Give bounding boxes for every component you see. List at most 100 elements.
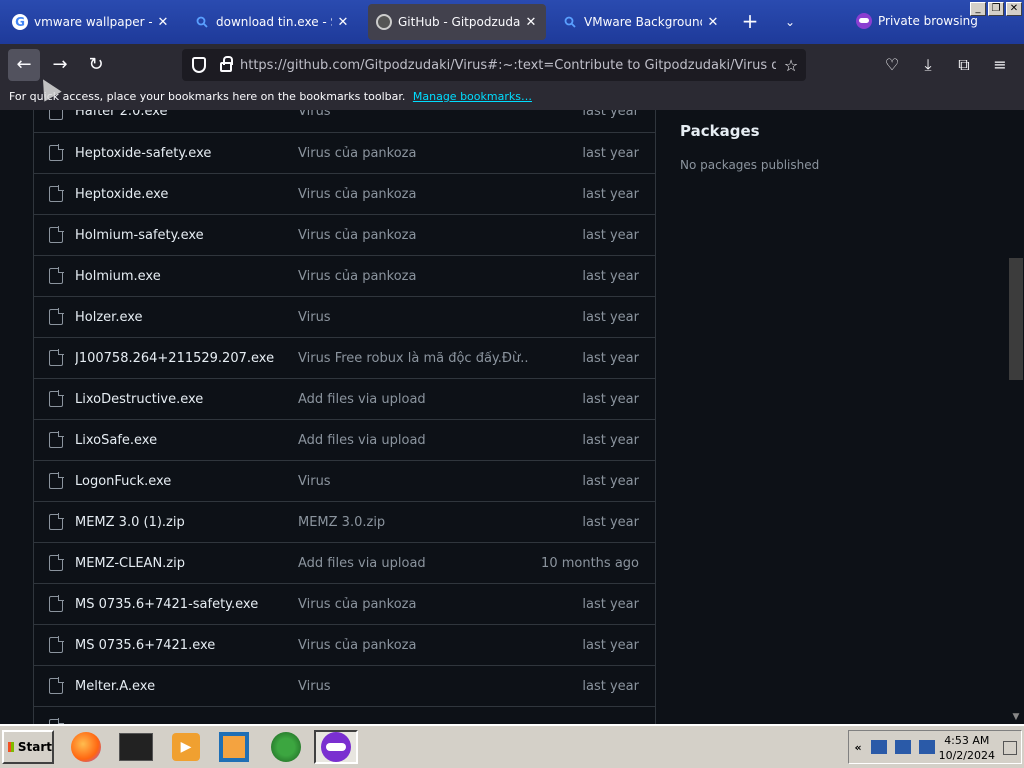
clock[interactable]: 4:53 AM 10/2/2024 bbox=[939, 733, 995, 763]
minimize-button[interactable]: _ bbox=[970, 2, 986, 16]
tab-vmware-background[interactable]: VMware Background 1080 ✕ bbox=[554, 4, 728, 40]
volume-icon[interactable] bbox=[919, 740, 935, 754]
tab-vmware-wallpaper[interactable]: G vmware wallpaper - Googl ✕ bbox=[4, 4, 178, 40]
url-bar[interactable]: https://github.com/Gitpodzudaki/Virus#:~… bbox=[182, 49, 806, 81]
table-row[interactable]: MEMZ-CLEAN.zip Add files via upload 10 m… bbox=[34, 542, 655, 583]
close-window-button[interactable]: ✕ bbox=[1006, 2, 1022, 16]
google-icon: G bbox=[12, 14, 28, 30]
table-row[interactable]: LixoSafe.exe Add files via upload last y… bbox=[34, 419, 655, 460]
file-name[interactable]: J100758.264+211529.207.exe bbox=[75, 351, 298, 366]
commit-message[interactable]: Virus của pankoza bbox=[298, 638, 528, 653]
table-row[interactable]: MEMZ 3.0 (1).zip MEMZ 3.0.zip last year bbox=[34, 501, 655, 542]
commit-message[interactable]: Add files via upload bbox=[298, 556, 528, 571]
commit-message[interactable]: Virus của pankoza bbox=[298, 228, 528, 243]
commit-message[interactable]: Virus của pankoza bbox=[298, 146, 528, 161]
commit-message[interactable]: Add files via upload bbox=[298, 433, 528, 448]
file-name[interactable]: Holzer.exe bbox=[75, 310, 298, 325]
menu-button[interactable]: ≡ bbox=[984, 49, 1016, 81]
commit-message[interactable]: Virus của pankoza bbox=[298, 597, 528, 612]
downloads-button[interactable]: ⤓ bbox=[912, 49, 944, 81]
table-row[interactable]: Holmium-safety.exe Virus của pankoza las… bbox=[34, 214, 655, 255]
file-name[interactable]: Melter.A.exe bbox=[75, 679, 298, 694]
taskbar-vmware[interactable] bbox=[212, 730, 256, 764]
commit-message[interactable]: Virus bbox=[298, 110, 528, 119]
table-row[interactable]: J100758.264+211529.207.exe Virus Free ro… bbox=[34, 337, 655, 378]
file-icon bbox=[49, 595, 64, 612]
tab-download-search[interactable]: download tin.exe - Search ✕ bbox=[186, 4, 358, 40]
back-button[interactable]: ← bbox=[8, 49, 40, 81]
table-row[interactable]: Hafter 2.0.exe Virus last year bbox=[34, 110, 655, 132]
tab-github[interactable]: GitHub - Gitpodzudaki/Viru ✕ bbox=[368, 4, 546, 40]
start-button[interactable]: Start bbox=[2, 730, 54, 764]
close-icon[interactable]: ✕ bbox=[336, 15, 350, 30]
manage-bookmarks-link[interactable]: Manage bookmarks… bbox=[413, 90, 532, 103]
close-icon[interactable]: ✕ bbox=[706, 15, 720, 30]
table-row[interactable]: Heptoxide-safety.exe Virus của pankoza l… bbox=[34, 132, 655, 173]
table-row[interactable]: MS 0735.6+7421.exe Virus của pankoza las… bbox=[34, 624, 655, 665]
clock-date: 10/2/2024 bbox=[938, 749, 995, 762]
close-icon[interactable]: ✕ bbox=[156, 15, 170, 30]
taskbar-firefox[interactable] bbox=[64, 730, 108, 764]
commit-message[interactable]: Virus bbox=[298, 679, 528, 694]
table-row[interactable]: Heptoxide.exe Virus của pankoza last yea… bbox=[34, 173, 655, 214]
file-name[interactable]: Holmium.exe bbox=[75, 269, 298, 284]
file-name[interactable]: Hafter 2.0.exe bbox=[75, 110, 298, 119]
file-name[interactable]: LixoSafe.exe bbox=[75, 433, 298, 448]
file-name[interactable]: MEMZ-CLEAN.zip bbox=[75, 556, 298, 571]
file-name[interactable]: LogonFuck.exe bbox=[75, 474, 298, 489]
close-icon[interactable]: ✕ bbox=[524, 15, 538, 30]
network-icon[interactable] bbox=[871, 740, 887, 754]
file-name[interactable]: Heptoxide-safety.exe bbox=[75, 146, 298, 161]
extensions-button[interactable]: ⧉ bbox=[948, 49, 980, 81]
tray-expand-icon[interactable]: « bbox=[849, 741, 867, 754]
commit-message[interactable]: Add files via upload bbox=[298, 392, 528, 407]
tab-strip: G vmware wallpaper - Googl ✕ download ti… bbox=[0, 0, 1024, 44]
taskbar-media-player[interactable]: ▶ bbox=[164, 730, 208, 764]
restore-button[interactable]: ❐ bbox=[988, 2, 1004, 16]
table-row[interactable]: Melter.A.exe Virus last year bbox=[34, 665, 655, 706]
github-icon bbox=[376, 14, 392, 30]
url-text[interactable]: https://github.com/Gitpodzudaki/Virus#:~… bbox=[240, 58, 776, 73]
commit-message[interactable]: MEMZ 3.0.zip bbox=[298, 515, 528, 530]
commit-message[interactable]: Virus của pankoza bbox=[298, 269, 528, 284]
search-icon bbox=[194, 14, 210, 30]
commit-message[interactable]: Virus bbox=[298, 310, 528, 325]
file-name[interactable]: LixoDestructive.exe bbox=[75, 392, 298, 407]
scroll-down-arrow-icon[interactable]: ▼ bbox=[1008, 712, 1024, 722]
file-name[interactable]: MS 0735.6+7421-safety.exe bbox=[75, 597, 298, 612]
taskbar-private-browsing[interactable] bbox=[314, 730, 358, 764]
reload-button[interactable]: ↻ bbox=[80, 49, 112, 81]
table-row[interactable]: LogonFuck.exe Virus last year bbox=[34, 460, 655, 501]
table-row[interactable]: LixoDestructive.exe Add files via upload… bbox=[34, 378, 655, 419]
notification-icon[interactable] bbox=[1003, 741, 1017, 755]
taskbar-box-app[interactable] bbox=[114, 730, 158, 764]
system-tray: « 4:53 AM 10/2/2024 bbox=[848, 730, 1022, 764]
packages-heading[interactable]: Packages bbox=[680, 122, 819, 140]
packages-section: Packages No packages published bbox=[680, 122, 819, 172]
file-name[interactable]: MEMZ 3.0 (1).zip bbox=[75, 515, 298, 530]
file-name[interactable]: Heptoxide.exe bbox=[75, 187, 298, 202]
commit-message[interactable]: Virus của pankoza bbox=[298, 187, 528, 202]
file-name[interactable]: MS 0735.6+7421.exe bbox=[75, 638, 298, 653]
search-icon bbox=[562, 14, 578, 30]
commit-message[interactable]: Virus bbox=[298, 474, 528, 489]
download-manager-icon bbox=[271, 732, 301, 762]
table-row[interactable] bbox=[34, 706, 655, 724]
table-row[interactable]: Holmium.exe Virus của pankoza last year bbox=[34, 255, 655, 296]
shield-icon[interactable] bbox=[192, 57, 206, 73]
bookmarks-toolbar: For quick access, place your bookmarks h… bbox=[0, 86, 1024, 110]
page-scrollbar[interactable]: ▼ bbox=[1008, 110, 1024, 724]
bookmarks-message: For quick access, place your bookmarks h… bbox=[9, 90, 406, 103]
pocket-button[interactable]: ♡ bbox=[876, 49, 908, 81]
bookmark-star-icon[interactable]: ☆ bbox=[776, 56, 806, 75]
commit-message[interactable]: Virus Free robux là mã độc đấy.Đừ... bbox=[298, 351, 528, 366]
taskbar-download-manager[interactable] bbox=[264, 730, 308, 764]
new-tab-button[interactable]: + bbox=[738, 10, 762, 34]
table-row[interactable]: Holzer.exe Virus last year bbox=[34, 296, 655, 337]
file-name[interactable]: Holmium-safety.exe bbox=[75, 228, 298, 243]
table-row[interactable]: MS 0735.6+7421-safety.exe Virus của pank… bbox=[34, 583, 655, 624]
tab-list-button[interactable]: ⌄ bbox=[778, 10, 802, 34]
lock-icon[interactable] bbox=[220, 56, 233, 72]
scrollbar-thumb[interactable] bbox=[1009, 258, 1023, 380]
display-icon[interactable] bbox=[895, 740, 911, 754]
